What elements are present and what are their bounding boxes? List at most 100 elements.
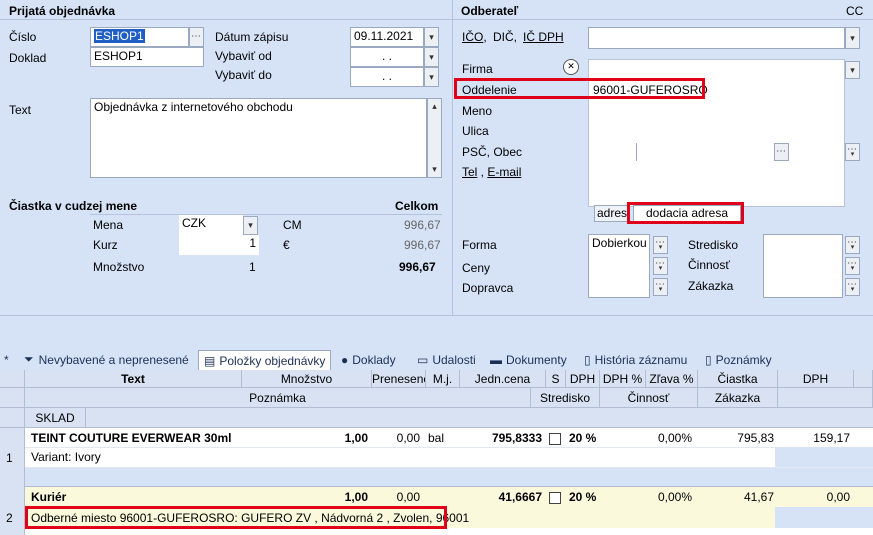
col-prenesene[interactable]: Prenesené	[372, 370, 426, 388]
ico-link[interactable]: IČO,	[462, 30, 487, 44]
row-text: TEINT COUTURE EVERWEAR 30ml	[31, 431, 232, 445]
row-zlava: 0,00%	[657, 490, 692, 504]
celkom-label: Celkom	[395, 199, 439, 213]
row-ciastka: 795,83	[737, 431, 774, 445]
cm-value: 996,67	[404, 218, 441, 232]
cm-label: CM	[283, 218, 302, 232]
chevron-down-icon: ▾	[429, 51, 434, 62]
chevron-down-icon: ▾	[850, 64, 855, 75]
row-dph-amt: 0,00	[826, 490, 850, 504]
note-highlight	[25, 506, 447, 529]
cinnost-label: Činnosť	[688, 258, 730, 272]
tab-polozky[interactable]: ▤ Položky objednávky	[198, 350, 332, 371]
chevron-down-icon: ▾	[429, 71, 434, 82]
ico-dropdown[interactable]: ▾	[845, 27, 860, 49]
ulica-label: Ulica	[462, 124, 489, 138]
col-stredisko[interactable]: Stredisko	[531, 388, 600, 408]
oddelenie-highlight	[454, 78, 705, 99]
vybavit-do-label: Vybaviť do	[215, 68, 272, 82]
tab-udalosti[interactable]: ▭ Udalosti	[417, 350, 476, 369]
col-jedn-cena[interactable]: Jedn.cena	[460, 370, 546, 388]
dopravca-spin[interactable]: ⋯ ▾	[653, 278, 668, 296]
firma-label: Firma	[462, 62, 493, 76]
tab-adresa[interactable]: adres	[594, 205, 630, 222]
icdph-link[interactable]: IČ DPH	[523, 30, 564, 44]
stredisko-spin[interactable]: ⋯ ▾	[845, 236, 860, 254]
doklad-field[interactable]: ESHOP1	[90, 47, 204, 67]
psc-label: PSČ, Obec	[462, 145, 523, 159]
row-number: 2	[6, 511, 13, 525]
forma-spin[interactable]: ⋯ ▾	[653, 236, 668, 254]
cinnost-spin[interactable]: ⋯ ▾	[845, 257, 860, 275]
doklad-label: Doklad	[9, 51, 47, 65]
ceny-label: Ceny	[462, 261, 491, 275]
col-dph[interactable]: DPH	[566, 370, 600, 388]
customer-section-title: Odberateľ	[461, 4, 519, 18]
col-sklad[interactable]: SKLAD	[25, 408, 86, 428]
col-s[interactable]: S	[546, 370, 566, 388]
tab-doklady[interactable]: ● Doklady	[341, 350, 396, 369]
col-zakazka[interactable]: Zákazka	[698, 388, 778, 408]
ceny-spin[interactable]: ⋯ ▾	[653, 257, 668, 275]
calendar-icon: ▭	[417, 352, 429, 367]
filter-icon: ⏷	[24, 352, 34, 366]
vybavit-od-dropdown[interactable]: ▾	[424, 47, 439, 67]
cislo-dots-button[interactable]: ⋯	[189, 27, 204, 47]
row-jedn-cena: 795,8333	[491, 431, 542, 445]
tab-historia[interactable]: ▯ História záznamu	[584, 350, 687, 369]
mena-dropdown[interactable]: ▾	[243, 216, 258, 235]
tab-nevybavene[interactable]: ⏷ Nevybavené a neprenesené	[24, 350, 189, 369]
text-label: Text	[9, 103, 32, 117]
forma-label: Forma	[462, 238, 497, 252]
obec-spin[interactable]: ⋯ ▾	[845, 143, 860, 161]
psc-dots-button[interactable]: ⋯	[774, 143, 789, 161]
vybavit-od-field[interactable]: . .	[350, 47, 424, 67]
datum-field[interactable]: 09.11.2021	[350, 27, 424, 47]
col-text[interactable]: Text	[25, 370, 242, 388]
col-cinnost[interactable]: Činnosť	[600, 388, 698, 408]
tab-star[interactable]: *	[4, 350, 9, 369]
tel-link[interactable]: Tel	[462, 165, 477, 179]
ico-field[interactable]	[588, 27, 845, 49]
text-scrollbar[interactable]: ▴ ▾	[427, 98, 442, 178]
dopravca-label: Dopravca	[462, 281, 514, 295]
text-area[interactable]: Objednávka z internetového obchodu	[90, 98, 427, 178]
cislo-label: Číslo	[9, 30, 37, 44]
col-mj[interactable]: M.j.	[426, 370, 460, 388]
vybavit-do-field[interactable]: . .	[350, 67, 424, 87]
document-icon: ▯	[584, 352, 591, 367]
col-dph2[interactable]: DPH	[778, 370, 854, 388]
col-ciastka[interactable]: Čiastka	[698, 370, 778, 388]
row-s-checkbox[interactable]	[549, 429, 561, 447]
row-zlava: 0,00%	[657, 431, 692, 445]
vybavit-od-label: Vybaviť od	[215, 49, 272, 63]
mena-label: Mena	[93, 218, 124, 232]
col-dph-pct[interactable]: DPH %	[600, 370, 646, 388]
vybavit-do-dropdown[interactable]: ▾	[424, 67, 439, 87]
kurz-field[interactable]: 1	[179, 235, 259, 255]
mena-field[interactable]: CZK	[179, 215, 243, 235]
forma-list[interactable]: Dobierkou	[588, 234, 650, 298]
stredisko-list[interactable]	[763, 234, 843, 298]
row-mnozstvo: 1,00	[344, 431, 368, 445]
email-link[interactable]: E-mail	[487, 165, 521, 179]
eur-label: €	[283, 238, 290, 252]
datum-dropdown[interactable]: ▾	[424, 27, 439, 47]
col-poznamka[interactable]: Poznámka	[25, 388, 531, 408]
coins-icon: ●	[341, 352, 349, 367]
cislo-field[interactable]: ESHOP1	[90, 27, 189, 47]
firma-dropdown[interactable]: ▾	[845, 61, 860, 79]
tab-dokumenty[interactable]: ▬ Dokumenty	[490, 350, 567, 369]
row-dph: 20 %	[569, 490, 597, 504]
items-grid: Text Množstvo Prenesené M.j. Jedn.cena S…	[0, 370, 873, 535]
row-prenesene: 0,00	[396, 431, 420, 445]
row-s-checkbox[interactable]	[549, 488, 561, 506]
row-mj: bal	[428, 431, 445, 445]
row-dph: 20 %	[569, 431, 597, 445]
zakazka-spin[interactable]: ⋯ ▾	[845, 278, 860, 296]
col-mnozstvo[interactable]: Množstvo	[242, 370, 372, 388]
row-mnozstvo: 1,00	[344, 490, 368, 504]
clear-icon[interactable]: ✕	[563, 59, 579, 75]
tab-poznamky[interactable]: ▯ Poznámky	[705, 350, 772, 369]
col-zlava[interactable]: Zľava %	[646, 370, 698, 388]
